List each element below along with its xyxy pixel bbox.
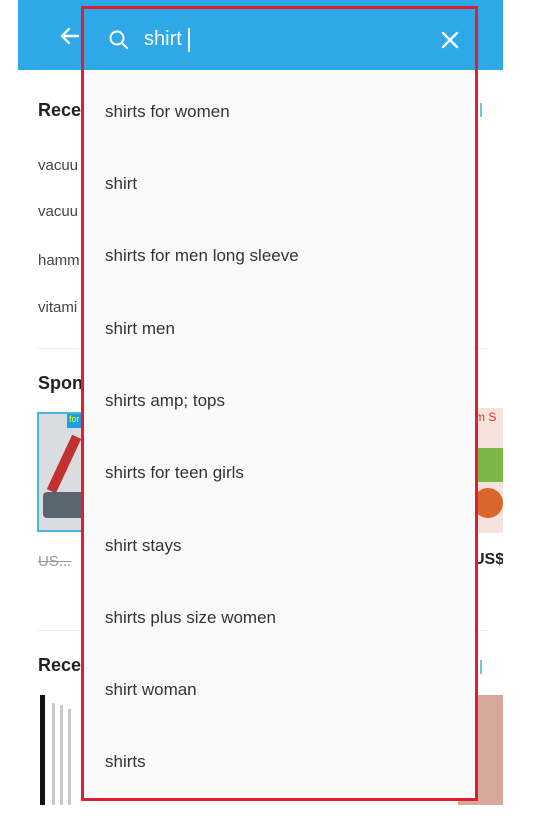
history-item[interactable]: vacuu: [38, 203, 78, 220]
suggestion-label: shirts amp; tops: [105, 391, 225, 410]
suggestion-label: shirts: [105, 752, 146, 771]
recent-title: Rece: [38, 655, 82, 675]
suggestion-item[interactable]: shirt stays: [84, 507, 475, 579]
search-suggestions-panel: shirt shirts for women shirt shirts for …: [81, 6, 478, 801]
suggestion-label: shirt woman: [105, 680, 197, 699]
text-caret: [188, 28, 190, 52]
recent-searches-action[interactable]: [480, 103, 482, 117]
suggestion-item[interactable]: shirts plus size women: [84, 579, 475, 651]
suggestion-item[interactable]: shirts for women: [84, 75, 475, 147]
suggestion-label: shirt men: [105, 319, 175, 338]
suggestion-item[interactable]: shirts for teen girls: [84, 435, 475, 507]
search-input[interactable]: shirt: [144, 28, 182, 51]
recent-action[interactable]: [480, 660, 482, 674]
product-right-snippet: m S: [475, 410, 497, 424]
suggestion-item[interactable]: shirts for men long sleeve: [84, 219, 475, 291]
recent-searches-title: Rece: [38, 100, 82, 120]
suggestion-label: shirt: [105, 174, 138, 193]
history-item[interactable]: vacuu: [38, 157, 78, 174]
close-icon[interactable]: [439, 29, 461, 51]
suggestion-item[interactable]: shirt woman: [84, 651, 475, 723]
sponsored-title: Spon: [38, 373, 83, 393]
suggestion-item[interactable]: shirts amp; tops: [84, 363, 475, 435]
back-arrow-icon[interactable]: [58, 24, 82, 48]
suggestion-label: shirt stays: [105, 536, 182, 555]
search-icon: [108, 29, 130, 51]
suggestion-item[interactable]: shirt: [84, 147, 475, 219]
suggestion-label: shirts plus size women: [105, 608, 277, 627]
history-item[interactable]: hamm: [38, 252, 80, 269]
suggestion-label: shirts for men long sleeve: [105, 246, 299, 265]
history-item[interactable]: vitami: [38, 299, 77, 316]
price-left: US...: [38, 553, 72, 570]
suggestion-item[interactable]: shirts: [84, 723, 475, 795]
suggestion-label: shirts for teen girls: [105, 463, 244, 482]
suggestion-label: shirts for women: [105, 102, 230, 121]
suggestion-item[interactable]: shirt men: [84, 291, 475, 363]
search-bar: shirt: [84, 9, 475, 70]
